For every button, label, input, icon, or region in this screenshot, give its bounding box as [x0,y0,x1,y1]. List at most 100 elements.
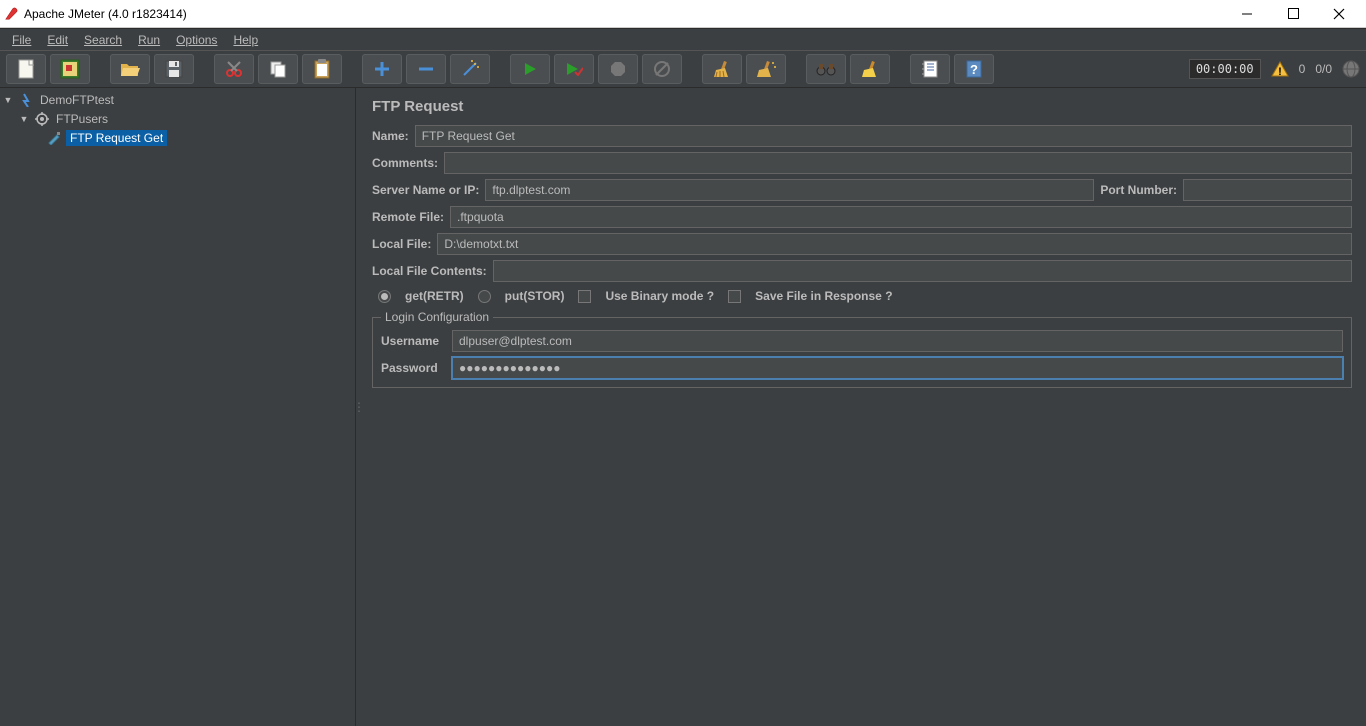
warning-icon: ! [1271,61,1289,77]
menu-file[interactable]: File [4,31,39,49]
window-titlebar: Apache JMeter (4.0 r1823414) [0,0,1366,28]
tool-cut-button[interactable] [214,54,254,84]
notebook-icon [922,60,938,78]
test-plan-tree[interactable]: ▼ DemoFTPtest ▼ FTPusers FTP Request Get [0,88,356,726]
get-radio[interactable] [378,290,391,303]
stop-icon [611,62,625,76]
binary-checkbox[interactable] [578,290,591,303]
help-icon: ? [966,60,982,78]
local-contents-input[interactable] [493,260,1352,282]
tool-help-button[interactable]: ? [954,54,994,84]
login-legend: Login Configuration [381,310,493,324]
port-label: Port Number: [1100,183,1177,197]
testplan-icon [18,92,34,108]
sampler-pipette-icon [46,130,62,146]
binary-checkbox-label: Use Binary mode ? [605,289,714,303]
plus-icon [375,62,389,76]
tool-copy-button[interactable] [258,54,298,84]
menu-run[interactable]: Run [130,31,168,49]
tool-expand-button[interactable] [362,54,402,84]
menu-options[interactable]: Options [168,31,225,49]
tool-open-button[interactable] [110,54,150,84]
local-file-input[interactable] [437,233,1352,255]
tree-thread-group[interactable]: ▼ FTPusers [0,109,355,128]
warning-count: 0 [1299,62,1306,76]
globe-icon[interactable] [1342,60,1360,78]
tool-save-button[interactable] [154,54,194,84]
save-response-checkbox-label: Save File in Response ? [755,289,892,303]
copy-icon [269,60,287,78]
tool-clear-button[interactable] [702,54,742,84]
username-label: Username [381,334,446,348]
port-input[interactable] [1183,179,1352,201]
local-contents-label: Local File Contents: [372,264,487,278]
tool-function-helper-button[interactable] [910,54,950,84]
server-input[interactable] [485,179,1094,201]
timer-display: 00:00:00 [1189,59,1261,79]
username-input[interactable] [452,330,1343,352]
remote-file-label: Remote File: [372,210,444,224]
folder-open-icon [120,61,140,77]
tree-thread-group-label: FTPusers [54,111,110,127]
window-minimize-button[interactable] [1224,0,1270,28]
ftp-request-panel: FTP Request Name: Comments: Server Name … [362,88,1366,726]
tool-search-button[interactable] [806,54,846,84]
put-radio-label: put(STOR) [505,289,565,303]
svg-text:!: ! [1278,66,1282,77]
name-input[interactable] [415,125,1352,147]
tool-start-button[interactable] [510,54,550,84]
broom-icon [713,60,731,78]
tool-paste-button[interactable] [302,54,342,84]
tree-test-plan-label: DemoFTPtest [38,92,116,108]
menu-help[interactable]: Help [225,31,266,49]
tool-reset-search-button[interactable] [850,54,890,84]
play-icon [523,62,537,76]
tool-start-no-timers-button[interactable] [554,54,594,84]
save-response-checkbox[interactable] [728,290,741,303]
put-radio[interactable] [478,290,491,303]
minus-icon [419,62,433,76]
scissors-icon [225,60,243,78]
panel-title: FTP Request [372,98,1352,115]
app-feather-icon [4,7,18,21]
gear-icon [34,111,50,127]
local-file-label: Local File: [372,237,431,251]
tree-test-plan[interactable]: ▼ DemoFTPtest [0,90,355,109]
tool-stop-button[interactable] [598,54,638,84]
window-title: Apache JMeter (4.0 r1823414) [24,7,1224,21]
password-label: Password [381,361,446,375]
thread-count: 0/0 [1315,62,1332,76]
get-radio-label: get(RETR) [405,289,464,303]
broom-yellow-icon [861,60,879,78]
binoculars-icon [816,62,836,76]
menu-search[interactable]: Search [76,31,130,49]
file-blank-icon [17,59,35,79]
comments-input[interactable] [444,152,1352,174]
server-label: Server Name or IP: [372,183,479,197]
window-close-button[interactable] [1316,0,1362,28]
tool-toggle-button[interactable] [450,54,490,84]
tree-ftp-request[interactable]: FTP Request Get [0,128,355,147]
comments-label: Comments: [372,156,438,170]
tool-shutdown-button[interactable] [642,54,682,84]
wand-icon [461,60,479,78]
name-label: Name: [372,129,409,143]
broom-sparkle-icon [756,60,776,78]
floppy-save-icon [165,60,183,78]
password-input[interactable] [452,357,1343,379]
tree-ftp-request-label: FTP Request Get [66,130,167,146]
shutdown-icon [654,61,670,77]
tool-new-button[interactable] [6,54,46,84]
tool-templates-button[interactable] [50,54,90,84]
clipboard-icon [314,59,330,79]
tool-clear-all-button[interactable] [746,54,786,84]
menubar: File Edit Search Run Options Help [0,28,1366,50]
svg-text:?: ? [970,62,978,77]
menu-edit[interactable]: Edit [39,31,76,49]
remote-file-input[interactable] [450,206,1352,228]
window-maximize-button[interactable] [1270,0,1316,28]
tool-collapse-button[interactable] [406,54,446,84]
login-config-fieldset: Login Configuration Username Password [372,310,1352,388]
template-icon [60,59,80,79]
play-check-icon [565,62,583,76]
